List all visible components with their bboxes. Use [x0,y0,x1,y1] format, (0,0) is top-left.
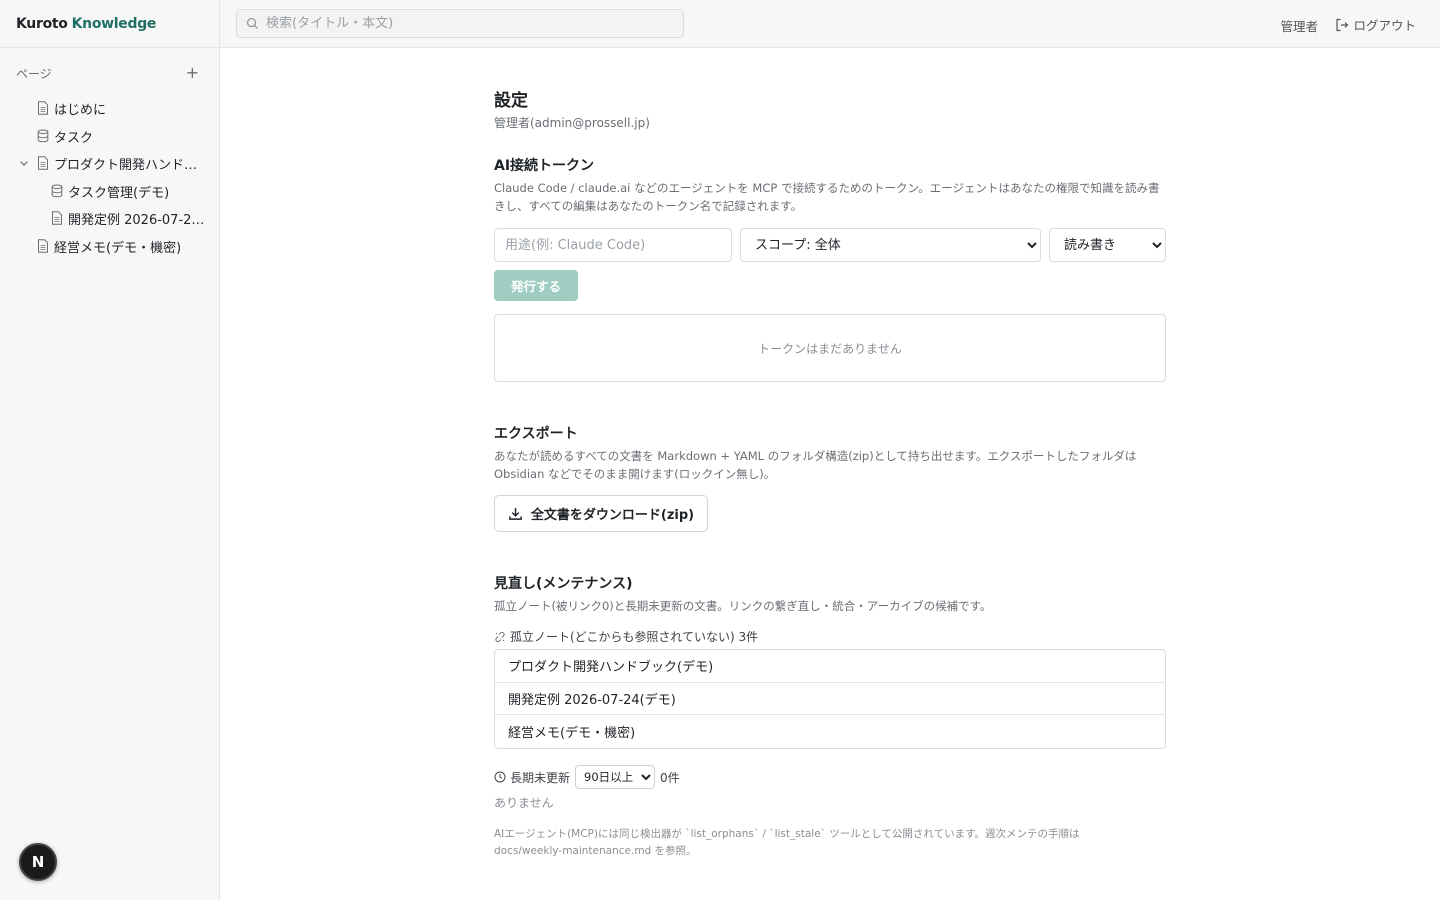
token-purpose-input[interactable] [494,228,732,262]
maintenance-title: 見直し(メンテナンス) [494,576,633,592]
add-page-icon[interactable]: + [186,65,199,81]
list-item[interactable]: 経営メモ(デモ・機密) [495,715,1165,748]
ai-token-description: Claude Code / claude.ai などのエージェントを MCP で… [494,181,1160,213]
document-icon [52,211,62,225]
brand-logo[interactable]: Kuroto Knowledge [0,0,219,48]
database-icon [37,129,49,142]
download-icon [509,507,522,520]
sidebar-item-label: タスク [54,130,94,146]
list-item[interactable]: 開発定例 2026-07-24(デモ) [495,683,1165,715]
unlink-icon [495,631,505,642]
sidebar-item-task-management[interactable]: タスク管理(デモ) [0,177,219,205]
download-label: 全文書をダウンロード(zip) [530,508,695,523]
orphans-header: 孤立ノート(どこからも参照されていない) 3件 [494,628,758,645]
chevron-down-icon[interactable] [18,157,30,169]
export-description: あなたが読めるすべての文書を Markdown + YAML のフォルダ構造(z… [494,449,1137,481]
document-icon [38,156,48,170]
sidebar-item-hajimeni[interactable]: はじめに [0,94,219,122]
current-user: 管理者(admin@prossell.jp) [494,116,650,130]
brand-name-part2: Knowledge [71,15,157,32]
sidebar-item-label: タスク管理(デモ) [68,185,170,201]
logout-label: ログアウト [1353,18,1416,33]
stale-empty-text: ありません [494,796,554,810]
document-icon [38,238,48,253]
ai-token-title: AI接続トークン [494,158,595,174]
page-title: 設定 [494,91,528,111]
export-title: エクスポート [494,426,578,442]
pages-section-header: ページ + [0,64,219,82]
search-icon [246,17,259,30]
stale-count: 0件 [660,770,680,785]
logout-icon [1336,18,1349,31]
pages-section-label: ページ [16,66,52,81]
clock-icon [494,771,506,783]
sidebar: Kuroto Knowledge ページ + はじめに タスク プロダクト開発ハ… [0,0,220,900]
sidebar-item-label: プロダクト開発ハンドブック(デモ) [54,158,204,173]
token-empty-text: トークンはまだありません [758,341,902,356]
maintenance-footnote: AIエージェント(MCP)には同じ検出器が `list_orphans` / `… [494,828,1080,857]
sidebar-item-product-handbook[interactable]: プロダクト開発ハンドブック(デモ) [0,149,219,177]
token-permission-select[interactable]: 読み書き [1049,228,1166,262]
orphans-label: 孤立ノート(どこからも参照されていない) 3件 [510,630,759,644]
search-box[interactable] [236,9,684,38]
token-list-empty: トークンはまだありません [494,314,1166,382]
stale-period-select[interactable]: 90日以上 [575,765,656,789]
admin-link[interactable]: 管理者 [1280,16,1318,35]
document-icon [38,101,48,115]
logout-button[interactable]: ログアウト [1335,15,1416,34]
sidebar-item-label: 経営メモ(デモ・機密) [54,240,182,256]
sidebar-item-tasks[interactable]: タスク [0,122,219,150]
page-tree: はじめに タスク プロダクト開発ハンドブック(デモ) タスク管理(デモ) 開発定… [0,94,219,259]
issue-token-button[interactable]: 発行する [494,270,578,301]
list-item[interactable]: プロダクト開発ハンドブック(デモ) [495,650,1165,683]
orphan-list: プロダクト開発ハンドブック(デモ) 開発定例 2026-07-24(デモ) 経営… [494,649,1166,749]
topbar: 管理者 ログアウト [220,0,1440,48]
brand-name-part1: Kuroto [16,15,68,32]
stale-header: 長期未更新 90日以上 0件 [494,765,680,789]
database-icon [51,184,63,197]
stale-label: 長期未更新 [510,770,571,785]
sidebar-item-management-memo[interactable]: 経営メモ(デモ・機密) [0,232,219,260]
search-input[interactable] [266,16,666,31]
sidebar-item-label: はじめに [54,103,107,118]
next-dev-badge[interactable]: N [19,843,57,881]
sidebar-item-dev-meeting[interactable]: 開発定例 2026-07-24(デモ) [0,204,219,232]
download-zip-button[interactable]: 全文書をダウンロード(zip) [494,495,708,532]
token-scope-select[interactable]: スコープ: 全体 [740,228,1041,262]
sidebar-item-label: 開発定例 2026-07-24(デモ) [68,213,208,228]
maintenance-description: 孤立ノート(被リンク0)と長期未更新の文書。リンクの繋ぎ直し・統合・アーカイブの… [494,599,992,613]
